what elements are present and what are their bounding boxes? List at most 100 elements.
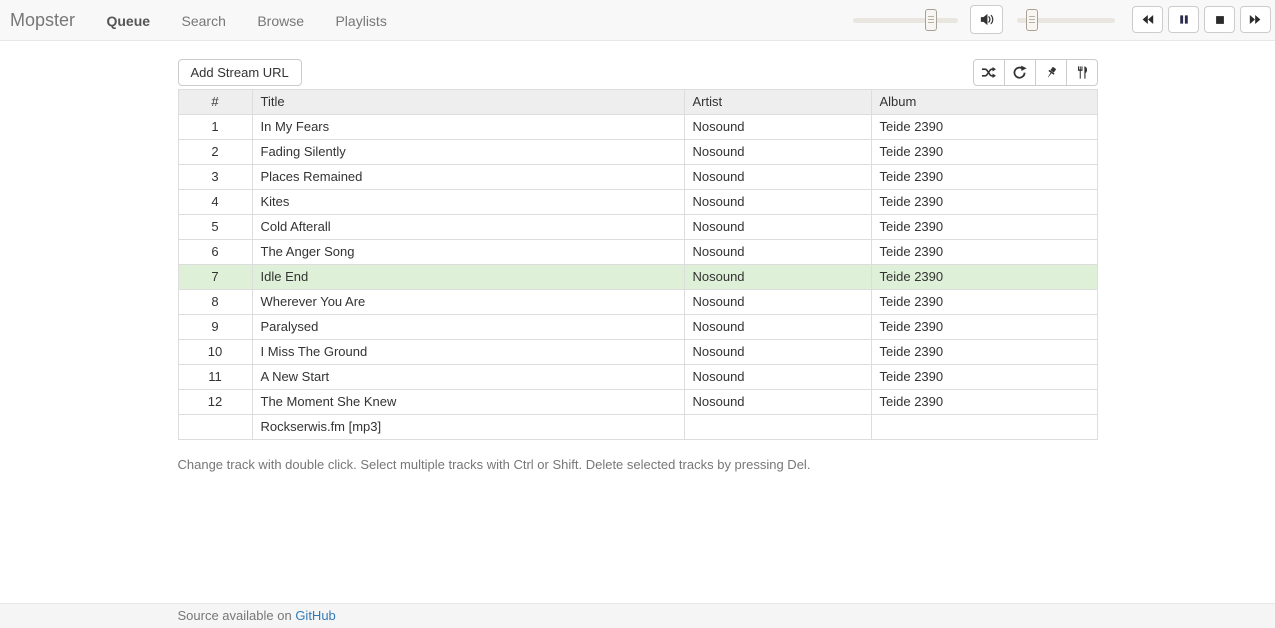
backward-icon bbox=[1141, 13, 1154, 26]
table-row[interactable]: 3Places RemainedNosoundTeide 2390 bbox=[178, 165, 1097, 190]
table-row[interactable]: 1In My FearsNosoundTeide 2390 bbox=[178, 115, 1097, 140]
cell-album: Teide 2390 bbox=[871, 240, 1097, 265]
cell-album: Teide 2390 bbox=[871, 265, 1097, 290]
cell-title: Fading Silently bbox=[252, 140, 684, 165]
nav-item-search[interactable]: Search bbox=[182, 1, 226, 41]
cell-title: Rockserwis.fm [mp3] bbox=[252, 415, 684, 440]
cell-artist: Nosound bbox=[684, 165, 871, 190]
cutlery-icon bbox=[1075, 65, 1089, 80]
cell-num: 7 bbox=[178, 265, 252, 290]
volume-up-icon bbox=[979, 12, 994, 27]
table-row[interactable]: 5Cold AfterallNosoundTeide 2390 bbox=[178, 215, 1097, 240]
cell-title: The Moment She Knew bbox=[252, 390, 684, 415]
table-row[interactable]: 10I Miss The GroundNosoundTeide 2390 bbox=[178, 340, 1097, 365]
cell-artist: Nosound bbox=[684, 215, 871, 240]
cell-num bbox=[178, 415, 252, 440]
cell-title: In My Fears bbox=[252, 115, 684, 140]
help-text: Change track with double click. Select m… bbox=[178, 457, 1098, 472]
cell-title: The Anger Song bbox=[252, 240, 684, 265]
cell-album: Teide 2390 bbox=[871, 115, 1097, 140]
column-header-album: Album bbox=[871, 90, 1097, 115]
cell-num: 8 bbox=[178, 290, 252, 315]
cell-artist: Nosound bbox=[684, 365, 871, 390]
repeat-button[interactable] bbox=[1004, 59, 1036, 86]
table-row[interactable]: 6The Anger SongNosoundTeide 2390 bbox=[178, 240, 1097, 265]
cell-num: 10 bbox=[178, 340, 252, 365]
shuffle-icon bbox=[981, 65, 996, 80]
add-stream-url-button[interactable]: Add Stream URL bbox=[178, 59, 302, 86]
cell-artist: Nosound bbox=[684, 290, 871, 315]
cell-album: Teide 2390 bbox=[871, 215, 1097, 240]
cell-title: A New Start bbox=[252, 365, 684, 390]
table-row[interactable]: Rockserwis.fm [mp3] bbox=[178, 415, 1097, 440]
cell-title: Cold Afterall bbox=[252, 215, 684, 240]
cell-num: 3 bbox=[178, 165, 252, 190]
github-link[interactable]: GitHub bbox=[295, 608, 335, 623]
nav-item-queue[interactable]: Queue bbox=[106, 1, 150, 41]
cell-num: 12 bbox=[178, 390, 252, 415]
cell-album: Teide 2390 bbox=[871, 365, 1097, 390]
queue-table-body: 1In My FearsNosoundTeide 23902Fading Sil… bbox=[178, 115, 1097, 440]
shuffle-button[interactable] bbox=[973, 59, 1005, 86]
cell-artist: Nosound bbox=[684, 115, 871, 140]
single-button[interactable] bbox=[1035, 59, 1067, 86]
main-content: Add Stream URL bbox=[178, 59, 1098, 472]
cell-artist: Nosound bbox=[684, 190, 871, 215]
table-row[interactable]: 2Fading SilentlyNosoundTeide 2390 bbox=[178, 140, 1097, 165]
column-header-artist: Artist bbox=[684, 90, 871, 115]
cell-artist: Nosound bbox=[684, 390, 871, 415]
cell-num: 4 bbox=[178, 190, 252, 215]
cell-artist bbox=[684, 415, 871, 440]
footer: Source available on GitHub bbox=[0, 603, 1275, 628]
cell-title: I Miss The Ground bbox=[252, 340, 684, 365]
table-row[interactable]: 7Idle EndNosoundTeide 2390 bbox=[178, 265, 1097, 290]
cell-num: 11 bbox=[178, 365, 252, 390]
cell-artist: Nosound bbox=[684, 240, 871, 265]
playback-mode-group bbox=[973, 59, 1098, 86]
table-header-row: # Title Artist Album bbox=[178, 90, 1097, 115]
cell-title: Paralysed bbox=[252, 315, 684, 340]
cell-num: 6 bbox=[178, 240, 252, 265]
table-row[interactable]: 12The Moment She KnewNosoundTeide 2390 bbox=[178, 390, 1097, 415]
cell-album: Teide 2390 bbox=[871, 190, 1097, 215]
column-header-num: # bbox=[178, 90, 252, 115]
column-header-title: Title bbox=[252, 90, 684, 115]
cell-album: Teide 2390 bbox=[871, 290, 1097, 315]
pause-button[interactable] bbox=[1168, 6, 1199, 33]
cell-title: Kites bbox=[252, 190, 684, 215]
queue-toolbar: Add Stream URL bbox=[178, 59, 1098, 86]
stop-button[interactable] bbox=[1204, 6, 1235, 33]
table-row[interactable]: 8Wherever You AreNosoundTeide 2390 bbox=[178, 290, 1097, 315]
brand-mopster[interactable]: Mopster bbox=[10, 0, 75, 40]
table-row[interactable]: 9ParalysedNosoundTeide 2390 bbox=[178, 315, 1097, 340]
nav-item-playlists[interactable]: Playlists bbox=[335, 1, 386, 41]
cell-artist: Nosound bbox=[684, 140, 871, 165]
seek-slider-handle[interactable] bbox=[925, 9, 937, 31]
table-row[interactable]: 4KitesNosoundTeide 2390 bbox=[178, 190, 1097, 215]
volume-slider-handle[interactable] bbox=[1026, 9, 1038, 31]
queue-table: # Title Artist Album 1In My FearsNosound… bbox=[178, 89, 1098, 440]
cell-num: 2 bbox=[178, 140, 252, 165]
cell-num: 9 bbox=[178, 315, 252, 340]
mute-button[interactable] bbox=[970, 5, 1003, 34]
consume-button[interactable] bbox=[1066, 59, 1098, 86]
stop-icon bbox=[1214, 14, 1226, 26]
cell-album bbox=[871, 415, 1097, 440]
cell-album: Teide 2390 bbox=[871, 390, 1097, 415]
cell-album: Teide 2390 bbox=[871, 165, 1097, 190]
table-row[interactable]: 11A New StartNosoundTeide 2390 bbox=[178, 365, 1097, 390]
footer-text: Source available on bbox=[178, 608, 296, 623]
volume-slider[interactable] bbox=[1017, 18, 1115, 23]
cell-title: Places Remained bbox=[252, 165, 684, 190]
pushpin-icon bbox=[1044, 66, 1058, 80]
cell-title: Wherever You Are bbox=[252, 290, 684, 315]
playback-controls bbox=[1132, 6, 1271, 33]
cell-album: Teide 2390 bbox=[871, 315, 1097, 340]
seek-slider[interactable] bbox=[853, 18, 958, 23]
next-button[interactable] bbox=[1240, 6, 1271, 33]
cell-artist: Nosound bbox=[684, 340, 871, 365]
previous-button[interactable] bbox=[1132, 6, 1163, 33]
nav-item-browse[interactable]: Browse bbox=[257, 1, 304, 41]
cell-artist: Nosound bbox=[684, 315, 871, 340]
cell-num: 5 bbox=[178, 215, 252, 240]
